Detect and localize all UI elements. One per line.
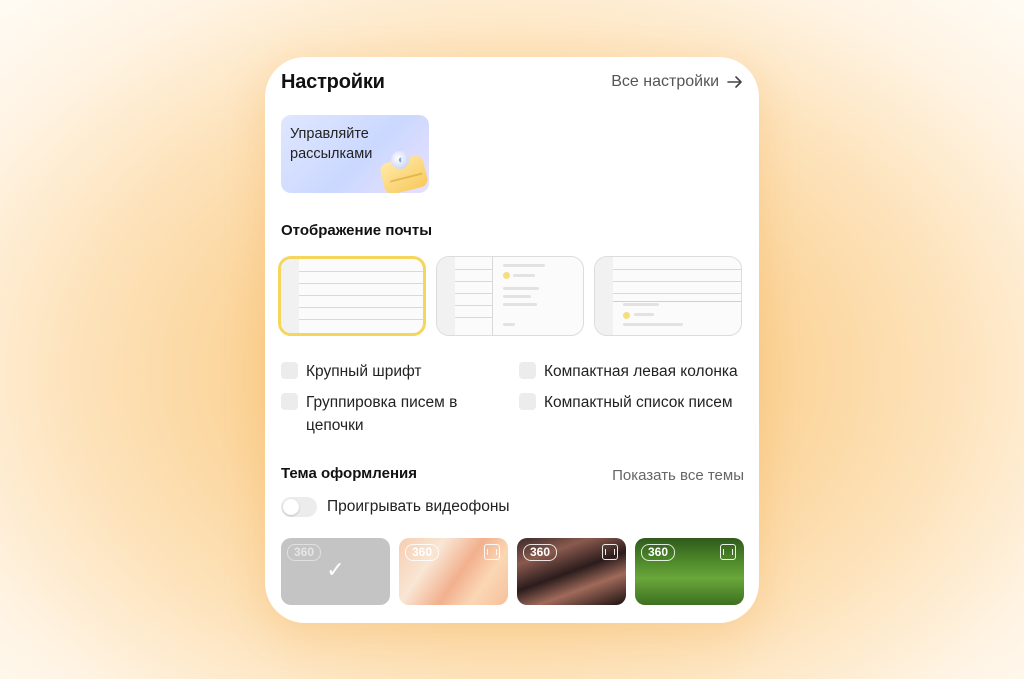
checkbox[interactable] — [519, 393, 536, 410]
checkmark-icon: ✓ — [326, 557, 345, 582]
option-label: Группировка писем в цепочки — [306, 394, 458, 434]
video-background-toggle[interactable] — [281, 497, 317, 517]
film-icon — [602, 544, 618, 560]
layout-split-horizontal[interactable] — [594, 256, 742, 336]
mail-display-title: Отображение почты — [281, 222, 433, 239]
option-label: Компактный список писем — [544, 394, 733, 411]
theme-list: 360 ✓ 360 360 360 — [281, 538, 744, 605]
panel-title: Настройки — [281, 71, 385, 93]
all-settings-label: Все настройки — [611, 73, 719, 90]
layout-list[interactable] — [278, 256, 426, 336]
badge-360: 360 — [405, 544, 440, 561]
badge-360: 360 — [641, 544, 676, 561]
checkbox[interactable] — [519, 362, 536, 379]
theme-title: Тема оформления — [281, 465, 417, 482]
layout-split-vertical[interactable] — [436, 256, 584, 336]
all-settings-link[interactable]: Все настройки — [611, 73, 743, 91]
theme-grass[interactable]: 360 — [635, 538, 744, 605]
checkbox[interactable] — [281, 362, 298, 379]
newsletters-promo[interactable]: Управляйте рассылками ◖ — [281, 115, 429, 193]
video-background-label: Проигрывать видеофоны — [327, 498, 510, 515]
settings-panel: Настройки Все настройки Управляйте рассы… — [265, 57, 759, 623]
option-compact-left-column[interactable]: Компактная левая колонка — [519, 360, 738, 383]
checkbox[interactable] — [281, 393, 298, 410]
arrow-right-icon — [727, 76, 742, 88]
film-icon — [484, 544, 500, 560]
option-grouping[interactable]: Группировка писем в цепочки — [281, 391, 481, 437]
option-label: Крупный шрифт — [306, 363, 422, 380]
option-large-font[interactable]: Крупный шрифт — [281, 360, 422, 383]
promo-text: Управляйте рассылками — [290, 126, 373, 162]
video-background-row: Проигрывать видеофоны — [281, 497, 510, 517]
bell-icon: ◖ — [391, 151, 409, 169]
show-all-themes-link[interactable]: Показать все темы — [612, 467, 744, 484]
theme-peach[interactable]: 360 — [399, 538, 508, 605]
badge-360: 360 — [523, 544, 558, 561]
theme-dark-silk[interactable]: 360 — [517, 538, 626, 605]
theme-default[interactable]: 360 ✓ — [281, 538, 390, 605]
layout-options — [278, 256, 742, 336]
option-label: Компактная левая колонка — [544, 363, 738, 380]
option-compact-list[interactable]: Компактный список писем — [519, 391, 733, 414]
film-icon — [720, 544, 736, 560]
